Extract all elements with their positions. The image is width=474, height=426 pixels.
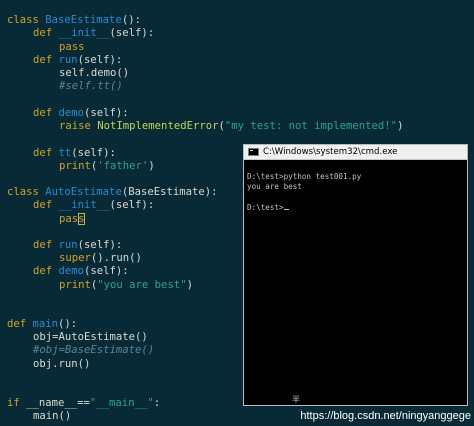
cmd-output-line: you are best: [247, 182, 302, 191]
code-line: class AutoEstimate(BaseEstimate):: [7, 186, 218, 198]
code-line: obj=AutoEstimate(): [33, 331, 148, 343]
cmd-window-title: C:\Windows\system32\cmd.exe: [263, 147, 398, 157]
text-cursor: s: [78, 213, 85, 225]
code-line: pass: [59, 41, 85, 53]
cmd-app-icon: [248, 148, 259, 156]
code-line: def demo(self):: [33, 107, 129, 119]
code-line: def main():: [7, 318, 78, 330]
code-line: def run(self):: [33, 239, 123, 251]
code-line: self.demo(): [59, 67, 130, 79]
code-line: def demo(self):: [33, 265, 129, 277]
ime-indicator: 半: [292, 395, 300, 404]
code-line: raise NotImplementedError("my test: not …: [59, 120, 404, 132]
code-line: main(): [33, 410, 72, 422]
code-line: obj.run(): [33, 358, 91, 370]
code-line: print("you are best"): [59, 279, 193, 291]
code-line: def __init__(self):: [33, 27, 155, 39]
code-line: super().run(): [59, 252, 142, 264]
code-line: pass: [59, 213, 85, 225]
code-line: if __name__=="__main__":: [7, 397, 161, 409]
watermark: https://blog.csdn.net/ningyanggege: [300, 410, 471, 422]
cmd-prompt-line: D:\test>: [247, 203, 289, 213]
code-line: def tt(self):: [33, 147, 116, 159]
cmd-window[interactable]: C:\Windows\system32\cmd.exe D:\test>pyth…: [243, 144, 468, 406]
cmd-titlebar[interactable]: C:\Windows\system32\cmd.exe: [244, 145, 467, 160]
cmd-prompt: D:\test>: [247, 203, 284, 212]
code-line: print('father'): [59, 160, 155, 172]
cmd-cursor: [283, 209, 289, 210]
code-line: def run(self):: [33, 54, 123, 66]
code-line: #self.tt(): [59, 80, 123, 92]
code-line: class BaseEstimate():: [7, 14, 141, 26]
code-line: #obj=BaseEstimate(): [33, 344, 155, 356]
code-line: def __init__(self):: [33, 199, 155, 211]
cmd-output-line: D:\test>python test001.py: [247, 172, 362, 181]
